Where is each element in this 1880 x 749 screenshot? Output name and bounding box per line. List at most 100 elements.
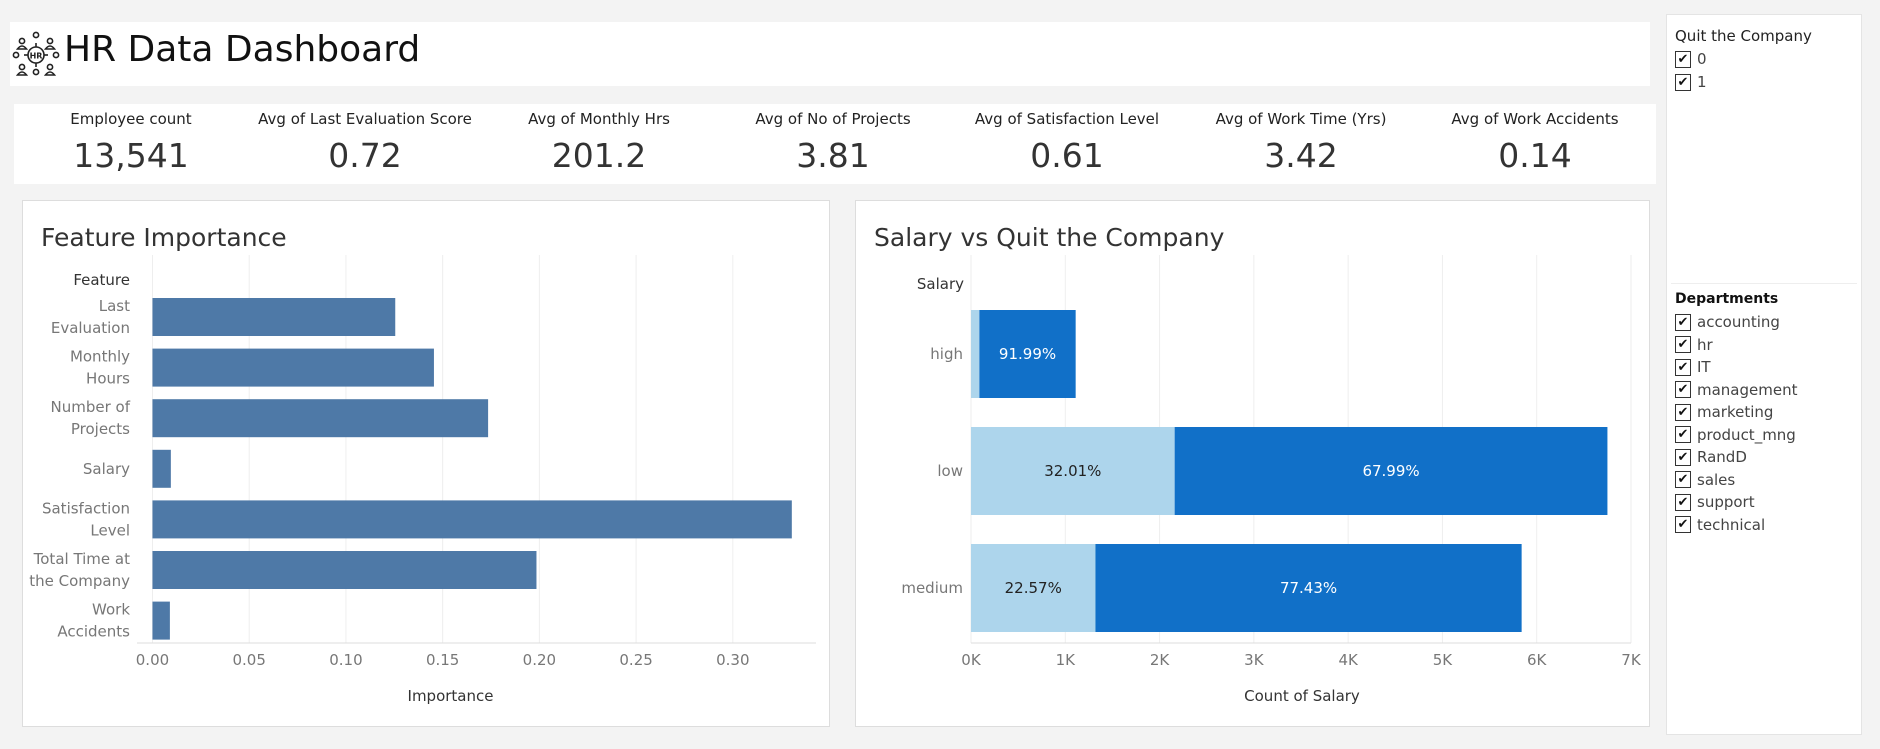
quit-filter-title: Quit the Company bbox=[1675, 27, 1812, 45]
filter-item-label: IT bbox=[1697, 358, 1711, 376]
kpi-avg-satisfaction: Avg of Satisfaction Level 0.61 bbox=[950, 104, 1184, 184]
kpi-label: Avg of Monthly Hrs bbox=[528, 110, 670, 128]
kpi-label: Avg of No of Projects bbox=[755, 110, 911, 128]
category-label: Satisfaction bbox=[42, 499, 130, 517]
category-label: Salary bbox=[83, 460, 130, 478]
dashboard-header: HR HR Data Dashboard bbox=[10, 22, 1650, 86]
category-label: the Company bbox=[29, 572, 130, 590]
category-label: Hours bbox=[86, 370, 130, 388]
x-tick-label: 0.20 bbox=[523, 651, 556, 669]
quit-filter-item[interactable]: ✔ 0 bbox=[1675, 49, 1707, 69]
x-tick-label: 0.25 bbox=[619, 651, 652, 669]
checkbox-icon[interactable]: ✔ bbox=[1675, 448, 1691, 466]
filter-item-label: RandD bbox=[1697, 448, 1747, 466]
category-label: Projects bbox=[71, 420, 130, 438]
category-label: Work bbox=[92, 601, 130, 619]
checkbox-icon[interactable]: ✔ bbox=[1675, 73, 1691, 91]
filter-item-label: management bbox=[1697, 380, 1798, 399]
hr-people-network-icon: HR bbox=[10, 30, 62, 80]
svg-text:HR: HR bbox=[30, 52, 43, 61]
checkbox-icon[interactable]: ✔ bbox=[1675, 50, 1691, 68]
kpi-value: 3.42 bbox=[1264, 136, 1338, 175]
department-filter-item[interactable]: ✔ technical bbox=[1675, 515, 1765, 535]
checkbox-icon[interactable]: ✔ bbox=[1675, 426, 1691, 443]
x-tick-label: 1K bbox=[1056, 651, 1077, 669]
x-tick-label: 0K bbox=[961, 651, 982, 669]
department-filter-item[interactable]: ✔ IT bbox=[1675, 357, 1711, 377]
checkbox-icon[interactable]: ✔ bbox=[1675, 313, 1691, 331]
department-filter-item[interactable]: ✔ product_mng bbox=[1675, 425, 1796, 445]
filter-item-label: sales bbox=[1697, 470, 1736, 489]
x-tick-label: 6K bbox=[1527, 651, 1548, 669]
x-tick-label: 4K bbox=[1338, 651, 1359, 669]
checkbox-icon[interactable]: ✔ bbox=[1675, 381, 1691, 398]
filter-item-label: accounting bbox=[1697, 313, 1780, 331]
filter-item-label: marketing bbox=[1697, 403, 1774, 421]
filter-item-label: technical bbox=[1697, 515, 1766, 534]
y-axis-title: Feature bbox=[73, 271, 130, 289]
quit-filter-item[interactable]: ✔ 1 bbox=[1675, 72, 1707, 92]
filter-item-label: product_mng bbox=[1697, 425, 1796, 444]
x-tick-label: 0.30 bbox=[716, 651, 749, 669]
category-label: Number of bbox=[51, 398, 131, 416]
category-label: Accidents bbox=[57, 623, 130, 641]
kpi-avg-work-accidents: Avg of Work Accidents 0.14 bbox=[1418, 104, 1652, 184]
department-filter-item[interactable]: ✔ hr bbox=[1675, 335, 1713, 355]
kpi-avg-monthly-hours: Avg of Monthly Hrs 201.2 bbox=[482, 104, 716, 184]
kpi-avg-work-time: Avg of Work Time (Yrs) 3.42 bbox=[1184, 104, 1418, 184]
checkbox-icon[interactable]: ✔ bbox=[1675, 516, 1691, 533]
checkbox-icon[interactable]: ✔ bbox=[1675, 336, 1691, 353]
bar bbox=[152, 348, 434, 387]
x-tick-label: 2K bbox=[1150, 651, 1171, 669]
kpi-label: Avg of Work Time (Yrs) bbox=[1215, 110, 1387, 128]
kpi-label: Avg of Last Evaluation Score bbox=[258, 110, 472, 128]
kpi-label: Employee count bbox=[70, 110, 192, 128]
category-label: Total Time at bbox=[33, 550, 130, 568]
kpi-value: 0.61 bbox=[1030, 136, 1104, 175]
checkbox-icon[interactable]: ✔ bbox=[1675, 358, 1691, 376]
kpi-strip: Employee count 13,541 Avg of Last Evalua… bbox=[14, 104, 1656, 184]
salary-vs-quit-chart: 0K 1K 2K 3K 4K 5K 6K 7K Count of Salary Salary hig… bbox=[901, 255, 1642, 705]
feature-importance-chart: 0.00 0.05 0.10 0.15 0.20 0.25 0.30 Importance Fe… bbox=[29, 255, 816, 705]
y-axis-title: Salary bbox=[917, 275, 964, 293]
department-filter-item[interactable]: ✔ accounting bbox=[1675, 312, 1780, 332]
category-label: Level bbox=[90, 521, 130, 539]
department-filter-item[interactable]: ✔ support bbox=[1675, 492, 1755, 512]
checkbox-icon[interactable]: ✔ bbox=[1675, 471, 1691, 488]
kpi-label: Avg of Work Accidents bbox=[1451, 110, 1619, 128]
kpi-value: 3.81 bbox=[796, 136, 870, 175]
checkbox-icon[interactable]: ✔ bbox=[1675, 403, 1691, 421]
bar-segment bbox=[971, 310, 980, 398]
kpi-value: 0.72 bbox=[328, 136, 402, 175]
kpi-avg-projects: Avg of No of Projects 3.81 bbox=[716, 104, 950, 184]
category-label: medium bbox=[901, 579, 963, 597]
bar bbox=[152, 399, 489, 438]
data-label: 67.99% bbox=[1362, 462, 1419, 480]
bar bbox=[152, 551, 537, 589]
data-label: 22.57% bbox=[1005, 579, 1062, 597]
department-filter-item[interactable]: ✔ marketing bbox=[1675, 402, 1773, 422]
category-label: Last bbox=[99, 297, 130, 315]
filter-item-label: support bbox=[1697, 493, 1755, 511]
checkbox-icon[interactable]: ✔ bbox=[1675, 493, 1691, 511]
salary-vs-quit-panel: Salary vs Quit the Company 0K 1K 2K 3K 4K 5K 6… bbox=[855, 200, 1650, 727]
x-tick-label: 0.15 bbox=[426, 651, 459, 669]
dashboard-title: HR Data Dashboard bbox=[64, 29, 421, 70]
kpi-avg-last-evaluation: Avg of Last Evaluation Score 0.72 bbox=[248, 104, 482, 184]
data-label: 32.01% bbox=[1044, 462, 1101, 480]
x-tick-label: 3K bbox=[1244, 651, 1265, 669]
x-tick-label: 0.10 bbox=[329, 651, 362, 669]
filter-divider bbox=[1671, 283, 1857, 284]
bar bbox=[152, 601, 170, 640]
department-filter-item[interactable]: ✔ sales bbox=[1675, 470, 1735, 490]
kpi-value: 201.2 bbox=[551, 136, 647, 175]
department-filter-item[interactable]: ✔ management bbox=[1675, 380, 1797, 400]
filter-item-label: 1 bbox=[1697, 73, 1707, 91]
x-tick-label: 7K bbox=[1621, 651, 1642, 669]
kpi-label: Avg of Satisfaction Level bbox=[974, 110, 1160, 128]
feature-importance-panel: Feature Importance 0.00 0.05 0.10 0.15 0.20 0… bbox=[22, 200, 830, 727]
department-filter-item[interactable]: ✔ RandD bbox=[1675, 447, 1747, 467]
filter-item-label: 0 bbox=[1697, 50, 1707, 68]
data-label: 91.99% bbox=[999, 345, 1056, 363]
bar bbox=[152, 500, 792, 539]
